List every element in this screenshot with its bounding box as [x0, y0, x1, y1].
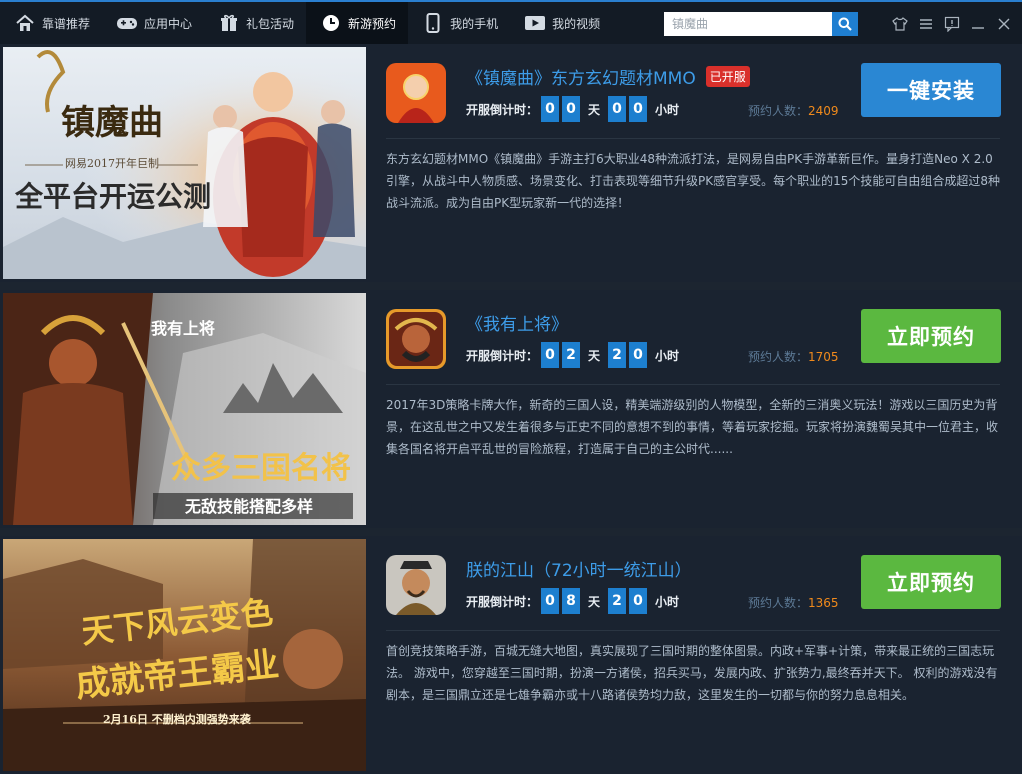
- nav-label: 新游预约: [348, 16, 397, 31]
- reservation-label: 预约人数：: [748, 104, 809, 118]
- reservation-count: 预约人数：1365: [748, 594, 839, 611]
- phone-icon: [422, 13, 444, 33]
- nav-label: 礼包活动: [246, 16, 295, 31]
- game-title-text: 朕的江山（72小时一统江山）: [466, 561, 692, 581]
- game-description: 首创竞技策略手游，百城无缝大地图，真实展现了三国时期的整体图景。内政+军事+计策…: [386, 644, 998, 702]
- search-input[interactable]: [664, 12, 832, 36]
- nav-label: 应用中心: [144, 16, 193, 31]
- divider: [386, 384, 1000, 385]
- banner-text: 无敌技能搭配多样: [185, 497, 314, 516]
- day-unit: 天: [588, 594, 601, 609]
- minimize-icon[interactable]: [968, 14, 988, 34]
- nav-label: 靠谱推荐: [42, 16, 91, 31]
- hour-digit: 0: [629, 588, 648, 614]
- reservation-label: 预约人数：: [748, 350, 809, 364]
- top-bar: 靠谱推荐 应用中心 礼包活动 新游预约 我的手机 我的视频 镇魔曲: [0, 0, 1022, 44]
- search-icon: [838, 17, 852, 31]
- hour-digit: 2: [608, 588, 627, 614]
- nav-label: 我的视频: [552, 16, 601, 31]
- main-nav: 靠谱推荐 应用中心 礼包活动 新游预约 我的手机 我的视频: [0, 2, 612, 44]
- video-icon: [524, 13, 546, 33]
- game-description: 2017年3D策略卡牌大作，新奇的三国人设，精美端游级别的人物模型，全新的三消奥…: [386, 398, 999, 456]
- banner-text: 全平台开运公测: [15, 180, 212, 213]
- banner-art: [3, 47, 366, 279]
- hour-digit: 2: [608, 342, 627, 368]
- reserve-button[interactable]: 立即预约: [861, 309, 1001, 363]
- reservation-value: 1365: [808, 596, 839, 610]
- game-banner[interactable]: 天下风云变色 成就帝王霸业 2月16日 不删档内测强势来袭: [3, 539, 366, 771]
- game-card: 我有上将 众多三国名将 无敌技能搭配多样 《我有上将》 开服倒计时： 02 天 …: [0, 290, 1022, 528]
- nav-item-recommend[interactable]: 靠谱推荐: [0, 2, 102, 44]
- install-button[interactable]: 一键安装: [861, 63, 1001, 117]
- day-digit: 0: [541, 342, 560, 368]
- day-unit: 天: [588, 348, 601, 363]
- divider: [386, 138, 1000, 139]
- reservation-count: 预约人数：2409: [748, 102, 839, 119]
- game-title[interactable]: 朕的江山（72小时一统江山）: [466, 556, 692, 581]
- hour-unit: 小时: [655, 348, 680, 363]
- clock-icon: [320, 13, 342, 33]
- game-banner[interactable]: 镇魔曲 网易2017开年巨制 全平台开运公测: [3, 47, 366, 279]
- close-icon[interactable]: [994, 14, 1014, 34]
- game-title[interactable]: 《镇魔曲》东方玄幻题材MMO 已开服: [466, 64, 750, 89]
- game-icon[interactable]: [386, 555, 446, 615]
- banner-text: 众多三国名将: [171, 451, 351, 486]
- game-description: 东方玄幻题材MMO《镇魔曲》手游主打6大职业48种流派打法，是网易自由PK手游革…: [386, 152, 1001, 210]
- game-title-text: 《镇魔曲》东方玄幻题材MMO: [466, 69, 696, 89]
- game-title[interactable]: 《我有上将》: [466, 310, 568, 335]
- gamepad-icon: [116, 13, 138, 33]
- countdown-label: 开服倒计时：: [466, 348, 539, 363]
- search-box: [664, 12, 858, 36]
- banner-text: 2月16日 不删档内测强势来袭: [103, 713, 251, 726]
- nav-item-app-center[interactable]: 应用中心: [102, 2, 204, 44]
- home-icon: [14, 13, 36, 33]
- nav-label: 我的手机: [450, 16, 499, 31]
- game-title-text: 《我有上将》: [466, 315, 568, 335]
- divider: [386, 630, 1000, 631]
- hour-digit: 0: [629, 96, 648, 122]
- day-digit: 0: [541, 96, 560, 122]
- countdown-label: 开服倒计时：: [466, 594, 539, 609]
- feedback-icon[interactable]: [942, 14, 962, 34]
- hour-digit: 0: [629, 342, 648, 368]
- banner-text: 镇魔曲: [61, 103, 163, 143]
- game-icon[interactable]: [386, 309, 446, 369]
- game-card: 镇魔曲 网易2017开年巨制 全平台开运公测 《镇魔曲》东方玄幻题材MMO 已开服…: [0, 44, 1022, 282]
- reserve-button[interactable]: 立即预约: [861, 555, 1001, 609]
- countdown-label: 开服倒计时：: [466, 102, 539, 117]
- countdown: 开服倒计时： 08 天 20 小时: [466, 588, 687, 614]
- countdown: 开服倒计时： 02 天 20 小时: [466, 342, 687, 368]
- menu-icon[interactable]: [916, 14, 936, 34]
- nav-item-my-video[interactable]: 我的视频: [510, 2, 612, 44]
- day-digit: 0: [562, 96, 581, 122]
- day-digit: 8: [562, 588, 581, 614]
- search-button[interactable]: [832, 12, 858, 36]
- hour-digit: 0: [608, 96, 627, 122]
- window-controls: [890, 14, 1014, 34]
- reservation-value: 1705: [808, 350, 839, 364]
- game-banner[interactable]: 我有上将 众多三国名将 无敌技能搭配多样: [3, 293, 366, 525]
- hour-unit: 小时: [655, 102, 680, 117]
- game-icon[interactable]: [386, 63, 446, 123]
- game-card: 天下风云变色 成就帝王霸业 2月16日 不删档内测强势来袭 朕的江山（72小时一…: [0, 536, 1022, 774]
- day-digit: 2: [562, 342, 581, 368]
- hour-unit: 小时: [655, 594, 680, 609]
- nav-item-gift[interactable]: 礼包活动: [204, 2, 306, 44]
- day-digit: 0: [541, 588, 560, 614]
- banner-text: 我有上将: [151, 319, 216, 338]
- reservation-value: 2409: [808, 104, 839, 118]
- gift-icon: [218, 13, 240, 33]
- banner-text: 网易2017开年巨制: [65, 157, 159, 170]
- day-unit: 天: [588, 102, 601, 117]
- countdown: 开服倒计时： 00 天 00 小时: [466, 96, 687, 122]
- nav-item-new-games[interactable]: 新游预约: [306, 2, 409, 44]
- skin-icon[interactable]: [890, 14, 910, 34]
- reservation-label: 预约人数：: [748, 596, 809, 610]
- nav-item-my-phone[interactable]: 我的手机: [408, 2, 510, 44]
- status-badge: 已开服: [705, 66, 750, 87]
- reservation-count: 预约人数：1705: [748, 348, 839, 365]
